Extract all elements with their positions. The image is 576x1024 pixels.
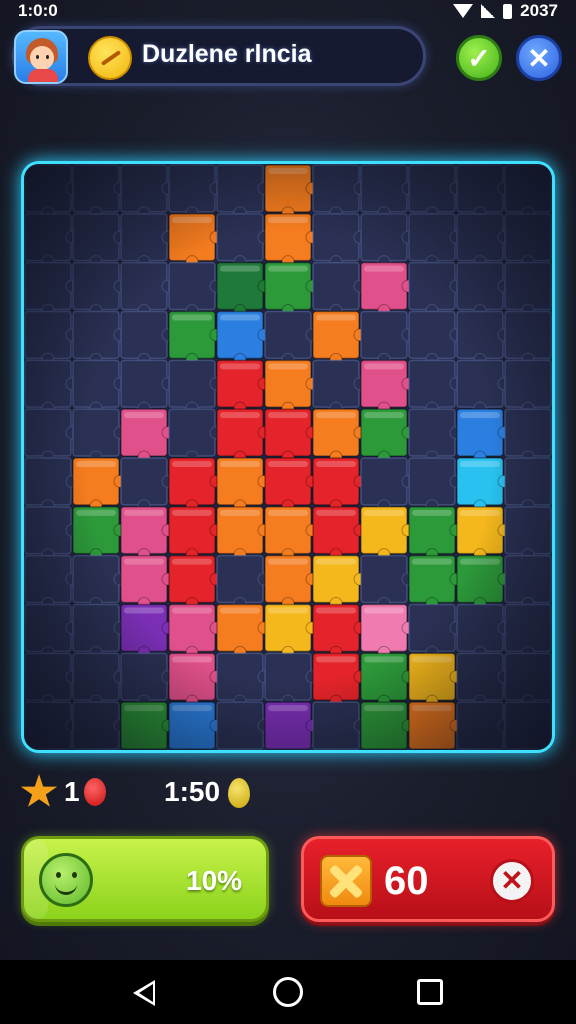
progress-label: 10%	[186, 865, 243, 896]
navigation-bar	[0, 960, 576, 1024]
back-icon[interactable]	[133, 980, 155, 1006]
confirm-button[interactable]: ✓	[456, 35, 502, 81]
stats-row: 1 1:50	[18, 772, 558, 812]
status-time: 1:0:0	[18, 1, 58, 20]
status-battery-text: 2037	[520, 1, 558, 20]
page-title: Duzlene rlncia	[142, 40, 312, 68]
smiley-icon	[39, 853, 93, 907]
close-button[interactable]: ✕	[516, 35, 562, 81]
signal-icon	[481, 4, 496, 18]
coin-icon	[88, 36, 132, 80]
egg-icon	[228, 778, 250, 808]
progress-button[interactable]: 10%	[21, 836, 269, 922]
score-button[interactable]: 60 ✕	[301, 836, 555, 922]
score-value: 60	[384, 859, 429, 903]
heart-icon	[84, 778, 106, 806]
lives-count: 1	[64, 776, 80, 807]
status-bar: 1:0:0 2037	[0, 0, 576, 22]
close-icon: ✕	[527, 42, 551, 74]
puzzle-grid[interactable]	[24, 164, 552, 750]
puzzle-board[interactable]	[21, 161, 555, 753]
battery-icon	[503, 3, 513, 19]
timer-value: 1:50	[164, 776, 221, 807]
x-box-icon	[320, 855, 372, 907]
check-icon: ✓	[467, 42, 491, 74]
status-icons: 2037	[453, 1, 558, 21]
board-vignette	[24, 164, 552, 750]
star-icon	[20, 774, 58, 807]
cancel-icon[interactable]: ✕	[490, 859, 534, 903]
avatar-icon[interactable]	[14, 30, 68, 84]
recent-apps-icon[interactable]	[417, 979, 443, 1005]
home-icon[interactable]	[273, 977, 303, 1007]
wifi-icon	[453, 4, 474, 18]
